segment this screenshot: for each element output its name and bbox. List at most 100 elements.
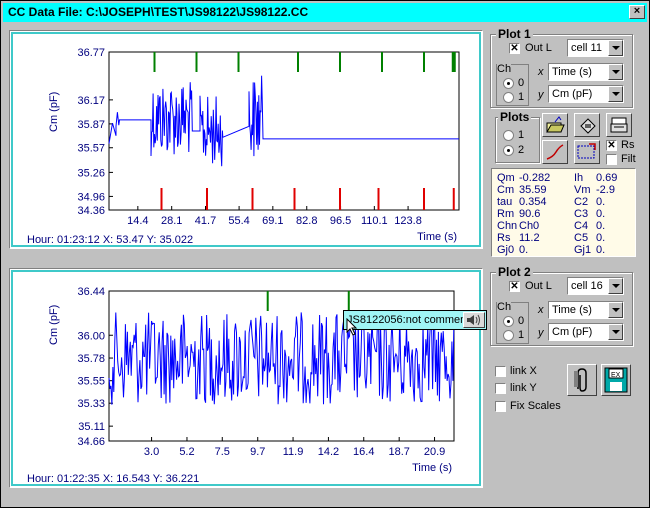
plot-1-y-label: y bbox=[538, 89, 544, 101]
link-x-checkbox[interactable] bbox=[495, 366, 506, 377]
plot-2-x-tick-label: 11.9 bbox=[283, 446, 304, 458]
filt-checkbox[interactable] bbox=[606, 154, 617, 165]
plot-1-cell-select[interactable]: cell 11 bbox=[567, 39, 624, 57]
plot-1-channel-0-radio[interactable] bbox=[503, 78, 514, 89]
rs-checkbox[interactable]: ✕ bbox=[606, 140, 617, 151]
plot-1-y-value: Cm (pF) bbox=[552, 88, 593, 100]
fix-scales-checkbox[interactable] bbox=[495, 401, 506, 412]
plot-2-channel-1-label: 1 bbox=[518, 329, 525, 341]
zoom-region-button[interactable] bbox=[574, 140, 600, 164]
plot-1-x-tick-label: 69.1 bbox=[262, 215, 283, 227]
param-value: 11.2 bbox=[519, 232, 540, 244]
fit-curve-icon bbox=[546, 144, 564, 160]
plot-1-out-l-label: Out L bbox=[525, 42, 552, 54]
plot-1-x-tick-label: 41.7 bbox=[195, 215, 216, 227]
speaker-icon[interactable] bbox=[463, 312, 485, 328]
plot-1-y-tick-label: 35.57 bbox=[77, 143, 105, 155]
plot-2-y-tick-label: 36.44 bbox=[77, 286, 105, 298]
plot-1-area[interactable]: 36.77 36.17 35.87 35.57 35.26 34.96 34.36 14.4 2… bbox=[9, 30, 483, 249]
param-key: Gj0 bbox=[497, 244, 515, 256]
plot-2-x-tick-label: 5.2 bbox=[179, 446, 194, 458]
plot-1-x-tick-label: 14.4 bbox=[127, 215, 148, 227]
plot-2-y-tick-label: 35.78 bbox=[77, 353, 105, 365]
param-key: Cm bbox=[497, 184, 515, 196]
param-key: C5 bbox=[574, 232, 589, 244]
exit-button[interactable]: EX bbox=[601, 364, 631, 396]
plot-1-y-select[interactable]: Cm (pF) bbox=[548, 85, 624, 103]
open-folder-button[interactable] bbox=[542, 113, 568, 137]
mouse-cursor-icon bbox=[346, 318, 358, 336]
plot-1-x-tick-label: 110.1 bbox=[361, 215, 388, 227]
plots-2-label: 2 bbox=[518, 144, 525, 156]
chevron-down-icon[interactable] bbox=[608, 40, 623, 56]
chevron-down-icon[interactable] bbox=[608, 302, 623, 318]
plot-2-y-value: Cm (pF) bbox=[552, 326, 593, 338]
plot-1-out-l-checkbox[interactable]: ✕ bbox=[509, 43, 520, 54]
plot-1-y-tick-label: 35.26 bbox=[77, 167, 105, 179]
plot-2-channel-1-radio[interactable] bbox=[503, 330, 514, 341]
param-key: C4 bbox=[574, 220, 589, 232]
save-disk-button[interactable] bbox=[574, 113, 600, 137]
plots-1-label: 1 bbox=[518, 129, 525, 141]
param-value: Ch0 bbox=[519, 220, 540, 232]
plot-1-x-select[interactable]: Time (s) bbox=[548, 63, 624, 81]
plot-2-y-tick-label: 35.55 bbox=[77, 376, 105, 388]
plot-1-status: Hour: 01:23:12 X: 53.47 Y: 35.022 bbox=[27, 234, 194, 246]
param-key: Qm bbox=[497, 172, 515, 184]
chevron-down-icon[interactable] bbox=[608, 278, 623, 294]
plot-2-area[interactable]: 36.44 36.00 35.78 35.55 35.33 35.11 34.66 3.0 5.… bbox=[9, 268, 483, 488]
plot-2-y-tick-label: 34.66 bbox=[77, 436, 105, 448]
plot-2-ch-label: Ch bbox=[497, 301, 512, 313]
plot-2-x-tick-label: 16.4 bbox=[353, 446, 374, 458]
link-x-label: link X bbox=[510, 365, 537, 377]
close-button[interactable]: × bbox=[629, 5, 645, 19]
plot-1-y-tick-label: 34.36 bbox=[77, 205, 105, 217]
plot-2-x-label: x bbox=[538, 304, 544, 316]
plots-1-radio[interactable] bbox=[503, 130, 514, 141]
plot-2-x-axis-label: Time (s) bbox=[412, 462, 452, 474]
print-button[interactable] bbox=[606, 113, 632, 137]
paperclip-icon bbox=[574, 368, 587, 392]
plot-2-out-l-checkbox[interactable]: ✕ bbox=[509, 281, 520, 292]
param-key: Gj1 bbox=[574, 244, 592, 256]
disk-icon bbox=[580, 118, 596, 134]
plot-2-cell-value: cell 16 bbox=[571, 280, 603, 292]
fix-scales-label: Fix Scales bbox=[510, 400, 561, 412]
attach-button[interactable] bbox=[567, 364, 597, 396]
plot-1-channel-1-radio[interactable] bbox=[503, 92, 514, 103]
exit-disk-icon: EX bbox=[604, 367, 628, 393]
plot-2-chart[interactable]: 36.44 36.00 35.78 35.55 35.33 35.11 34.66 3.0 5.… bbox=[10, 269, 482, 487]
fit-curve-button[interactable] bbox=[542, 140, 568, 164]
plots-2-radio[interactable] bbox=[503, 145, 514, 156]
plot-2-x-select[interactable]: Time (s) bbox=[548, 301, 624, 319]
open-folder-icon bbox=[546, 116, 565, 133]
plot-1-x-tick-label: 96.5 bbox=[330, 215, 351, 227]
plot-2-x-value: Time (s) bbox=[552, 304, 592, 316]
plot-2-cell-select[interactable]: cell 16 bbox=[567, 277, 624, 295]
param-key: Rm bbox=[497, 208, 515, 220]
plot-2-x-tick-label: 20.9 bbox=[424, 446, 445, 458]
plot-2-channel-0-radio[interactable] bbox=[503, 316, 514, 327]
title-bar[interactable]: CC Data File: C:\JOSEPH\TEST\JS98122\JS9… bbox=[3, 3, 647, 22]
plot-1-y-axis-label: Cm (pF) bbox=[48, 91, 60, 132]
plot-1-x-tick-label: 82.8 bbox=[296, 215, 317, 227]
plot-1-channel-1-label: 1 bbox=[518, 91, 525, 103]
plot-2-settings-title: Plot 2 bbox=[496, 265, 533, 279]
plot-1-chart[interactable]: 36.77 36.17 35.87 35.57 35.26 34.96 34.36 14.4 2… bbox=[10, 31, 482, 248]
chevron-down-icon[interactable] bbox=[608, 324, 623, 340]
chevron-down-icon[interactable] bbox=[608, 64, 623, 80]
comment-tooltip[interactable]: JS8122056:not comment bbox=[343, 310, 487, 330]
plot-1-cell-value: cell 11 bbox=[571, 42, 602, 54]
plot-1-ch-label: Ch bbox=[497, 63, 512, 75]
filt-label: Filt bbox=[621, 153, 636, 165]
plot-1-channel-0-label: 0 bbox=[518, 77, 525, 89]
param-key: Vm bbox=[574, 184, 591, 196]
link-y-checkbox[interactable] bbox=[495, 383, 506, 394]
plot-1-x-label: x bbox=[538, 66, 544, 78]
plot-2-y-select[interactable]: Cm (pF) bbox=[548, 323, 624, 341]
tooltip-text: JS8122056:not comment bbox=[347, 314, 470, 326]
plot-2-y-label: y bbox=[538, 327, 544, 339]
plot-1-y-tick-label: 36.17 bbox=[77, 95, 105, 107]
chevron-down-icon[interactable] bbox=[608, 86, 623, 102]
plot-1-y-tick-label: 35.87 bbox=[77, 119, 105, 131]
